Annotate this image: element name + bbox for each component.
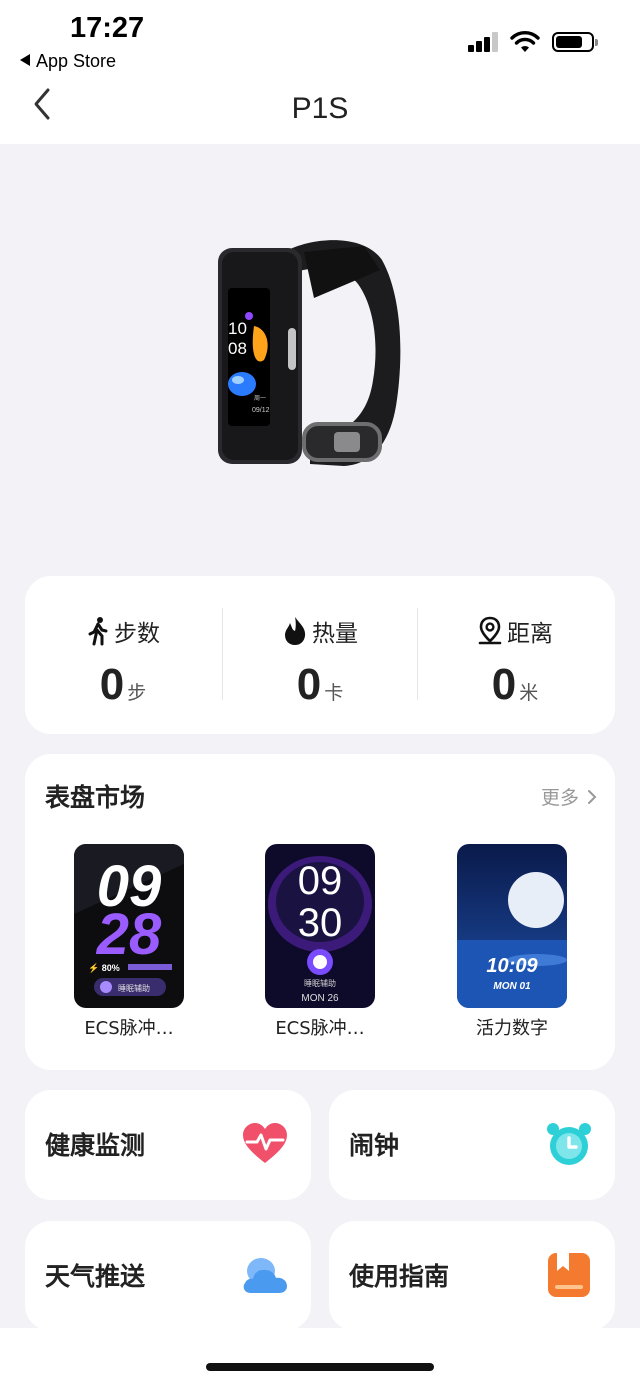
guide-book-icon bbox=[548, 1253, 590, 1297]
user-guide-tile[interactable]: 使用指南 bbox=[329, 1221, 615, 1331]
section-title: 表盘市场 bbox=[45, 783, 146, 812]
calories-stat: 热量 0卡 bbox=[222, 614, 418, 714]
watch-face-name: ECS脉冲… bbox=[84, 1018, 174, 1039]
tile-label: 健康监测 bbox=[45, 1131, 146, 1160]
preview-time: 10:09 bbox=[486, 955, 538, 977]
navigation-bar: P1S bbox=[0, 80, 640, 144]
watch-face-name: 活力数字 bbox=[476, 1018, 548, 1039]
tile-label: 天气推送 bbox=[45, 1262, 146, 1291]
device-screen-hour: 10 bbox=[228, 319, 247, 338]
back-triangle-icon bbox=[20, 54, 30, 66]
watch-face-item[interactable]: 09 30 睡眠辅助 MON 26 ECS脉冲… bbox=[265, 844, 375, 1040]
status-time: 17:27 bbox=[70, 12, 145, 44]
distance-label: 距离 bbox=[507, 621, 553, 647]
back-app-label: App Store bbox=[36, 51, 117, 71]
alarm-tile[interactable]: 闹钟 bbox=[329, 1090, 615, 1200]
steps-stat: 步数 0步 bbox=[25, 614, 221, 714]
steps-unit: 步 bbox=[127, 682, 147, 704]
preview-battery: ⚡ 80% bbox=[88, 962, 120, 974]
health-monitoring-tile[interactable]: 健康监测 bbox=[25, 1090, 311, 1200]
more-link[interactable]: 更多 bbox=[541, 783, 597, 810]
status-bar: 17:27 App Store bbox=[0, 0, 640, 80]
preview-date: MON 01 bbox=[493, 981, 531, 992]
fitness-band-image: 10 08 周一 09/12 bbox=[218, 240, 401, 466]
device-screen-date: 09/12 bbox=[252, 407, 270, 414]
preview-badge: 睡眠辅助 bbox=[304, 978, 336, 988]
device-preview-area: 10 08 周一 09/12 bbox=[0, 144, 640, 564]
watch-face-name: ECS脉冲… bbox=[275, 1018, 365, 1039]
watch-face-market-card: 表盘市场 更多 09 28 ⚡ 80% 睡眠辅助 ECS脉冲… 09 30 睡眠… bbox=[25, 754, 615, 1070]
calories-value: 0 bbox=[296, 660, 322, 709]
cellular-signal-icon bbox=[468, 32, 500, 52]
watch-face-preview: 09 30 睡眠辅助 MON 26 bbox=[265, 844, 375, 1008]
chevron-right-icon bbox=[588, 790, 597, 804]
distance-stat: 距离 0米 bbox=[417, 614, 613, 714]
alarm-clock-icon bbox=[547, 1123, 591, 1165]
walking-icon bbox=[88, 617, 108, 646]
watch-face-preview: 09 28 ⚡ 80% 睡眠辅助 bbox=[74, 844, 184, 1008]
steps-value: 0 bbox=[99, 660, 125, 709]
device-screen-minute: 08 bbox=[228, 339, 247, 358]
tile-label: 闹钟 bbox=[349, 1131, 400, 1160]
more-label: 更多 bbox=[540, 787, 579, 809]
tile-label: 使用指南 bbox=[349, 1262, 450, 1291]
location-pin-icon bbox=[478, 616, 502, 645]
battery-icon bbox=[552, 32, 598, 52]
watch-face-item[interactable]: 10:09 MON 01 活力数字 bbox=[457, 844, 567, 1040]
watch-face-preview: 10:09 MON 01 bbox=[457, 844, 567, 1008]
preview-hour: 09 bbox=[298, 859, 343, 903]
distance-unit: 米 bbox=[519, 682, 539, 704]
preview-minute: 28 bbox=[96, 902, 162, 967]
watch-face-item[interactable]: 09 28 ⚡ 80% 睡眠辅助 ECS脉冲… bbox=[74, 844, 184, 1040]
weather-push-tile[interactable]: 天气推送 bbox=[25, 1221, 311, 1331]
preview-date: MON 26 bbox=[301, 993, 339, 1004]
page-title: P1S bbox=[291, 92, 349, 125]
wifi-icon bbox=[510, 31, 540, 52]
calories-unit: 卡 bbox=[324, 682, 344, 704]
home-indicator-area bbox=[0, 1328, 640, 1385]
preview-minute: 30 bbox=[298, 901, 343, 945]
calories-label: 热量 bbox=[312, 621, 358, 647]
distance-value: 0 bbox=[491, 660, 517, 709]
preview-badge: 睡眠辅助 bbox=[118, 983, 150, 993]
activity-stats-card: 步数 0步 热量 0卡 距离 0米 bbox=[25, 576, 615, 734]
flame-icon bbox=[285, 617, 306, 645]
cloud-icon bbox=[243, 1258, 287, 1293]
home-indicator[interactable] bbox=[206, 1363, 434, 1371]
steps-label: 步数 bbox=[114, 621, 160, 647]
back-to-app-store-link[interactable]: App Store bbox=[20, 51, 116, 72]
device-screen-weekday: 周一 bbox=[254, 395, 266, 402]
heart-rate-icon bbox=[243, 1123, 287, 1163]
